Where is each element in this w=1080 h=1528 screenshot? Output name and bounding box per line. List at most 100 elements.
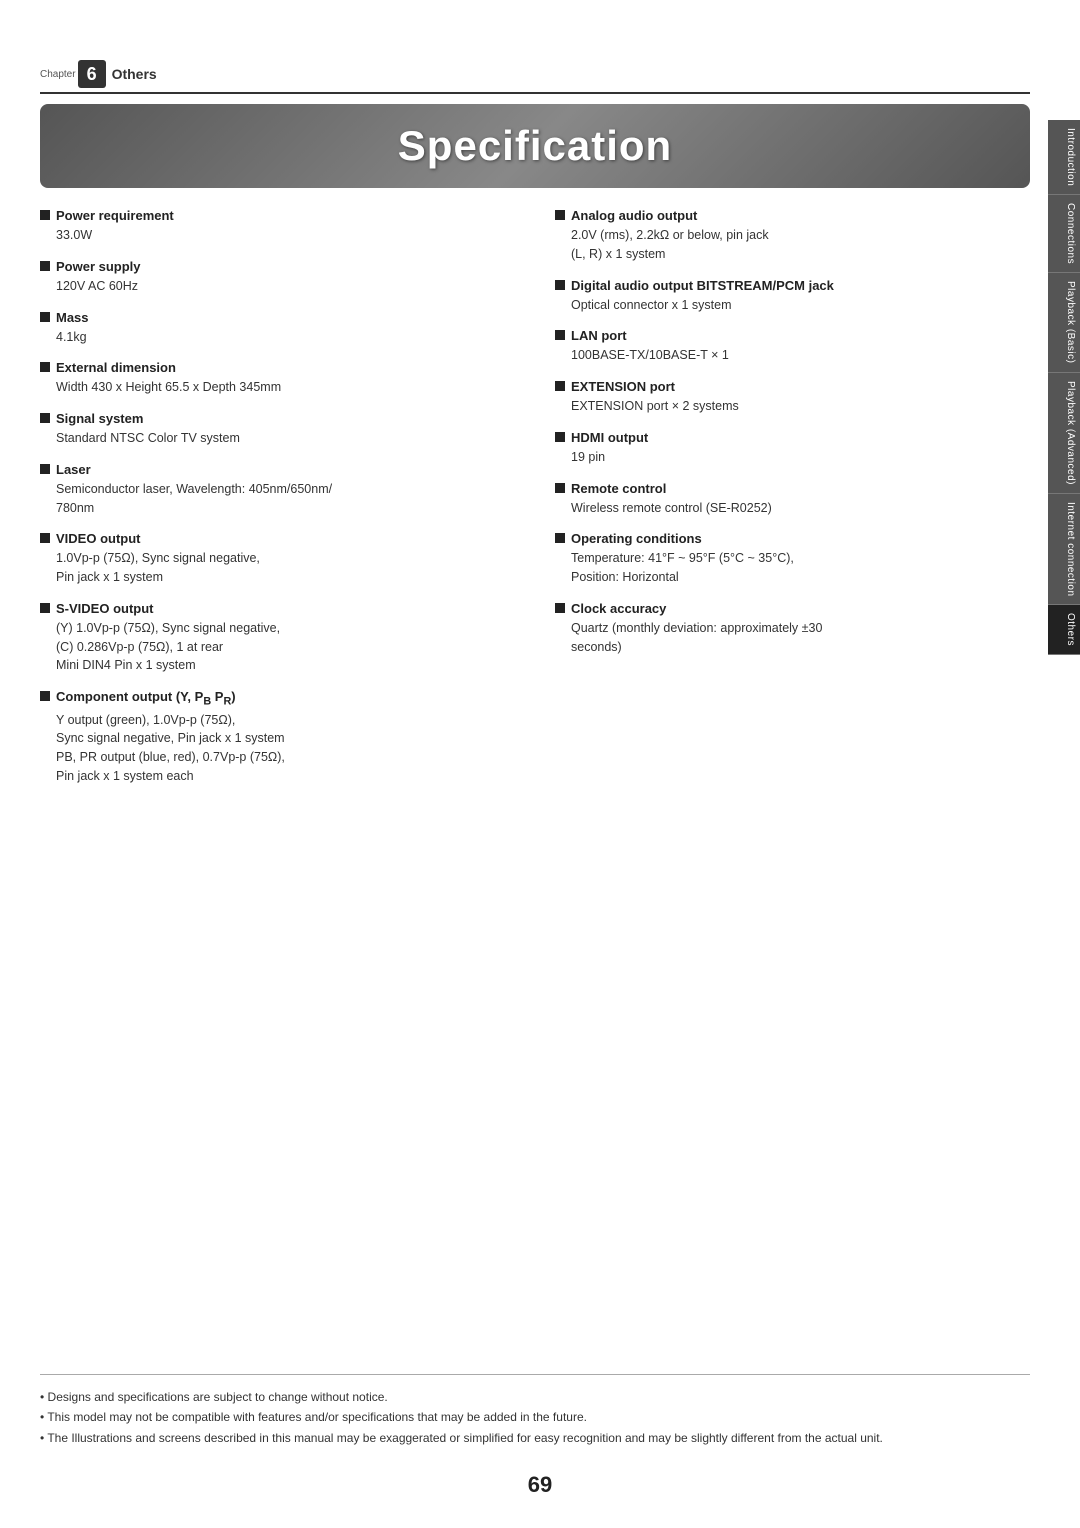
spec-value-mass: 4.1kg (40, 328, 515, 347)
spec-label-text-extension-port: EXTENSION port (571, 379, 675, 394)
spec-item-mass: Mass 4.1kg (40, 310, 515, 347)
spec-label-text-video-output: VIDEO output (56, 531, 141, 546)
bullet-icon (40, 691, 50, 701)
spec-label-text-laser: Laser (56, 462, 91, 477)
spec-label-text-digital-audio-output: Digital audio output BITSTREAM/PCM jack (571, 278, 834, 293)
spec-label-text-operating-conditions: Operating conditions (571, 531, 702, 546)
bullet-icon (555, 483, 565, 493)
chapter-number: 6 (78, 60, 106, 88)
spec-label-text-component-output: Component output (Y, PB PR) (56, 689, 236, 708)
spec-label-external-dimension: External dimension (40, 360, 515, 375)
spec-label-text-mass: Mass (56, 310, 89, 325)
footer-note: • This model may not be compatible with … (40, 1407, 1030, 1427)
spec-label-signal-system: Signal system (40, 411, 515, 426)
spec-label-operating-conditions: Operating conditions (555, 531, 1030, 546)
footer-notes: • Designs and specifications are subject… (40, 1374, 1030, 1448)
spec-item-operating-conditions: Operating conditions Temperature: 41°F ~ … (555, 531, 1030, 587)
spec-label-s-video-output: S-VIDEO output (40, 601, 515, 616)
spec-value-extension-port: EXTENSION port × 2 systems (555, 397, 1030, 416)
spec-value-s-video-output: Mini DIN4 Pin x 1 system (40, 656, 515, 675)
bullet-icon (40, 413, 50, 423)
spec-value-digital-audio-output: Optical connector x 1 system (555, 296, 1030, 315)
bullet-icon (555, 432, 565, 442)
bullet-icon (555, 280, 565, 290)
spec-label-text-remote-control: Remote control (571, 481, 666, 496)
sidebar-tab-internet-label: Internet connection (1065, 502, 1076, 597)
spec-label-laser: Laser (40, 462, 515, 477)
spec-value-power-supply: 120V AC 60Hz (40, 277, 515, 296)
spec-label-video-output: VIDEO output (40, 531, 515, 546)
chapter-title: Others (112, 66, 157, 82)
spec-item-extension-port: EXTENSION port EXTENSION port × 2 systems (555, 379, 1030, 416)
footer-note: • Designs and specifications are subject… (40, 1387, 1030, 1407)
spec-value-external-dimension: Width 430 x Height 65.5 x Depth 345mm (40, 378, 515, 397)
spec-value-s-video-output: (Y) 1.0Vp-p (75Ω), Sync signal negative, (40, 619, 515, 638)
spec-label-text-lan-port: LAN port (571, 328, 627, 343)
spec-value-operating-conditions: Temperature: 41°F ~ 95°F (5°C ~ 35°C), (555, 549, 1030, 568)
spec-left-column: Power requirement 33.0W Power supply120V A… (40, 208, 515, 800)
sidebar-tab-others-label: Others (1065, 613, 1076, 646)
bullet-icon (40, 261, 50, 271)
spec-label-text-analog-audio-output: Analog audio output (571, 208, 697, 223)
footer-note: • The Illustrations and screens describe… (40, 1428, 1030, 1448)
spec-label-lan-port: LAN port (555, 328, 1030, 343)
spec-value-clock-accuracy: Quartz (monthly deviation: approximately… (555, 619, 1030, 638)
spec-item-laser: Laser Semiconductor laser, Wavelength: 40… (40, 462, 515, 518)
spec-label-hdmi-output: HDMI output (555, 430, 1030, 445)
spec-item-lan-port: LAN port100BASE-TX/10BASE-T × 1 (555, 328, 1030, 365)
spec-item-s-video-output: S-VIDEO output (Y) 1.0Vp-p (75Ω), Sync si… (40, 601, 515, 675)
spec-label-text-s-video-output: S-VIDEO output (56, 601, 154, 616)
bullet-icon (40, 603, 50, 613)
spec-value-video-output: Pin jack x 1 system (40, 568, 515, 587)
spec-label-power-requirement: Power requirement (40, 208, 515, 223)
sidebar-tab-introduction-label: Introduction (1065, 128, 1076, 186)
spec-label-mass: Mass (40, 310, 515, 325)
bullet-icon (555, 533, 565, 543)
spec-value-clock-accuracy: seconds) (555, 638, 1030, 657)
sidebar-tab-internet[interactable]: Internet connection (1048, 494, 1080, 606)
page-title-banner: Specification (40, 104, 1030, 188)
spec-label-text-power-requirement: Power requirement (56, 208, 174, 223)
spec-item-power-requirement: Power requirement 33.0W (40, 208, 515, 245)
spec-value-component-output: Pin jack x 1 system each (40, 767, 515, 786)
spec-value-component-output: PB, PR output (blue, red), 0.7Vp-p (75Ω)… (40, 748, 515, 767)
sidebar-tab-playback-basic[interactable]: Playback (Basic) (1048, 273, 1080, 372)
main-content: Chapter 6 Others Specification Power req… (40, 60, 1030, 1488)
sidebar-tab-connections[interactable]: Connections (1048, 195, 1080, 273)
spec-item-digital-audio-output: Digital audio output BITSTREAM/PCM jack O… (555, 278, 1030, 315)
bullet-icon (40, 533, 50, 543)
spec-item-hdmi-output: HDMI output 19 pin (555, 430, 1030, 467)
chapter-label: Chapter (40, 69, 76, 80)
spec-value-component-output: Sync signal negative, Pin jack x 1 syste… (40, 729, 515, 748)
spec-right-column: Analog audio output2.0V (rms), 2.2kΩ or … (555, 208, 1030, 800)
spec-value-power-requirement: 33.0W (40, 226, 515, 245)
sidebar-tab-playback-basic-label: Playback (Basic) (1065, 281, 1076, 363)
spec-value-signal-system: Standard NTSC Color TV system (40, 429, 515, 448)
bullet-icon (40, 312, 50, 322)
spec-label-remote-control: Remote control (555, 481, 1030, 496)
spec-value-component-output: Y output (green), 1.0Vp-p (75Ω), (40, 711, 515, 730)
spec-item-power-supply: Power supply120V AC 60Hz (40, 259, 515, 296)
spec-value-laser: Semiconductor laser, Wavelength: 405nm/6… (40, 480, 515, 499)
spec-label-component-output: Component output (Y, PB PR) (40, 689, 515, 708)
spec-label-text-hdmi-output: HDMI output (571, 430, 648, 445)
spec-label-clock-accuracy: Clock accuracy (555, 601, 1030, 616)
sidebar-tab-others[interactable]: Others (1048, 605, 1080, 655)
spec-value-hdmi-output: 19 pin (555, 448, 1030, 467)
spec-columns: Power requirement 33.0W Power supply120V A… (40, 208, 1030, 800)
bullet-icon (555, 210, 565, 220)
sidebar-tab-playback-advanced[interactable]: Playback (Advanced) (1048, 373, 1080, 494)
spec-item-video-output: VIDEO output 1.0Vp-p (75Ω), Sync signal n… (40, 531, 515, 587)
spec-label-digital-audio-output: Digital audio output BITSTREAM/PCM jack (555, 278, 1030, 293)
spec-value-laser: 780nm (40, 499, 515, 518)
spec-value-remote-control: Wireless remote control (SE-R0252) (555, 499, 1030, 518)
spec-item-clock-accuracy: Clock accuracy Quartz (monthly deviation:… (555, 601, 1030, 657)
page-title: Specification (70, 122, 1000, 170)
sidebar-tab-introduction[interactable]: Introduction (1048, 120, 1080, 195)
spec-value-video-output: 1.0Vp-p (75Ω), Sync signal negative, (40, 549, 515, 568)
spec-value-operating-conditions: Position: Horizontal (555, 568, 1030, 587)
spec-label-analog-audio-output: Analog audio output (555, 208, 1030, 223)
bullet-icon (40, 464, 50, 474)
spec-label-extension-port: EXTENSION port (555, 379, 1030, 394)
sidebar-tab-connections-label: Connections (1065, 203, 1076, 264)
